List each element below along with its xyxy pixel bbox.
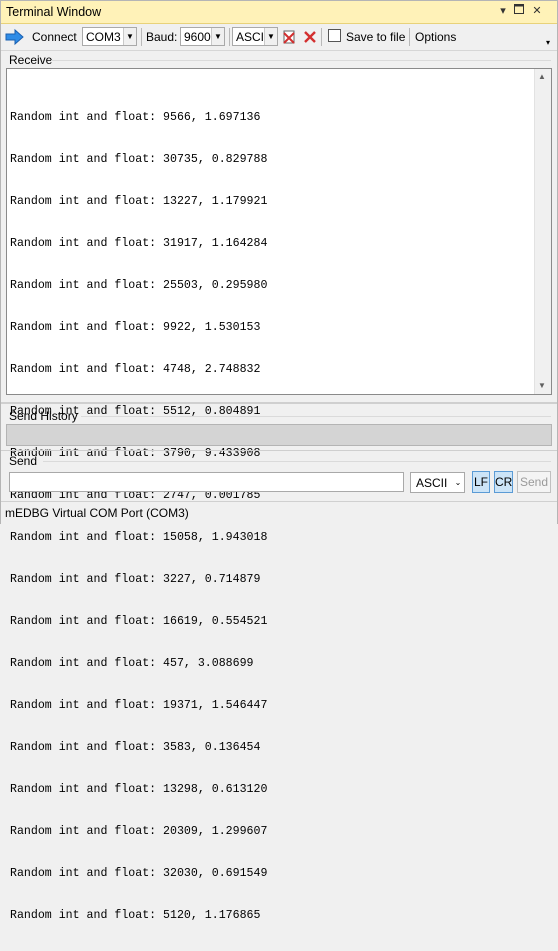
send-label: Send [9,454,38,468]
receive-scrollbar[interactable]: ▲ ▼ [534,69,551,394]
receive-line: Random int and float: 13298, 0.613120 [10,783,268,796]
send-button[interactable]: Send [517,471,551,493]
scroll-up-icon[interactable]: ▲ [538,72,546,81]
clear-all-red-icon[interactable] [303,29,317,47]
receive-line: Random int and float: 457, 3.088699 [10,657,254,670]
lf-toggle[interactable]: LF [472,471,490,493]
history-group-line [81,416,551,417]
receive-line: Random int and float: 16619, 0.554521 [10,615,268,628]
receive-group-line [51,60,551,61]
connect-button[interactable]: Connect [32,28,77,46]
chevron-down-icon: ▼ [211,28,224,45]
connect-arrow-icon[interactable] [5,28,25,46]
clear-red-icon[interactable] [282,29,296,47]
toolbar-separator [229,28,230,46]
terminal-window: Terminal Window ▾ ✕ Connect COM3 ▼ Baud:… [0,0,558,922]
receive-line: Random int and float: 4748, 2.748832 [10,363,261,376]
cr-toggle[interactable]: CR [494,471,513,493]
overflow-chevron-icon[interactable]: ▾ [546,34,550,52]
toolbar-separator [409,28,410,46]
scroll-down-icon[interactable]: ▼ [538,381,546,390]
maximize-icon[interactable] [512,4,526,18]
port-value: COM3 [86,30,121,44]
window-title: Terminal Window [6,5,102,19]
save-to-file-label: Save to file [346,30,406,44]
format-value: ASCII [236,30,268,44]
receive-line: Random int and float: 13227, 1.179921 [10,195,268,208]
receive-line: Random int and float: 31917, 1.164284 [10,237,268,250]
send-input[interactable] [9,472,404,492]
dropdown-icon[interactable]: ▾ [496,4,510,18]
toolbar: Connect COM3 ▼ Baud: 9600 ▼ ASCII ▼ Save… [1,24,557,51]
baud-select[interactable]: 9600 ▼ [180,27,225,46]
toolbar-separator [141,28,142,46]
receive-line: Random int and float: 3227, 0.714879 [10,573,261,586]
status-text: mEDBG Virtual COM Port (COM3) [5,506,189,520]
splitter [1,450,557,451]
receive-textbox[interactable]: Random int and float: 9566, 1.697136 Ran… [6,68,552,922]
chevron-down-icon: ▼ [123,28,136,45]
baud-label: Baud: [146,30,178,44]
receive-line: Random int and float: 32030, 0.691549 [10,867,268,880]
toolbar-separator [321,28,322,46]
send-group-line [43,461,551,462]
receive-line: Random int and float: 9922, 1.530153 [10,321,261,334]
send-history-label: Send History [9,409,78,423]
receive-label: Receive [9,53,53,67]
receive-line: Random int and float: 20309, 1.299607 [10,825,268,838]
chevron-down-icon: ▼ [264,28,277,45]
receive-line: Random int and float: 25503, 0.295980 [10,279,268,292]
receive-line: Random int and float: 19371, 1.546447 [10,699,268,712]
receive-line: Random int and float: 5120, 1.176865 [10,909,261,922]
receive-line: Random int and float: 15058, 1.943018 [10,531,268,544]
send-format-value: ASCII [416,476,448,490]
options-button[interactable]: Options [415,28,456,46]
receive-line: Random int and float: 9566, 1.697136 [10,111,261,124]
send-history-box[interactable] [6,424,552,446]
send-format-select[interactable]: ASCII ⌄ [410,472,465,493]
format-select[interactable]: ASCII ▼ [232,27,278,46]
splitter[interactable] [1,402,557,404]
status-bar: mEDBG Virtual COM Port (COM3) [1,501,557,524]
chevron-down-icon: ⌄ [452,473,464,492]
baud-value: 9600 [184,30,211,44]
close-icon[interactable]: ✕ [530,4,544,18]
port-select[interactable]: COM3 ▼ [82,27,137,46]
title-bar: Terminal Window ▾ ✕ [1,1,557,24]
save-to-file-checkbox[interactable] [328,29,341,42]
receive-line: Random int and float: 3583, 0.136454 [10,741,261,754]
receive-line: Random int and float: 30735, 0.829788 [10,153,268,166]
